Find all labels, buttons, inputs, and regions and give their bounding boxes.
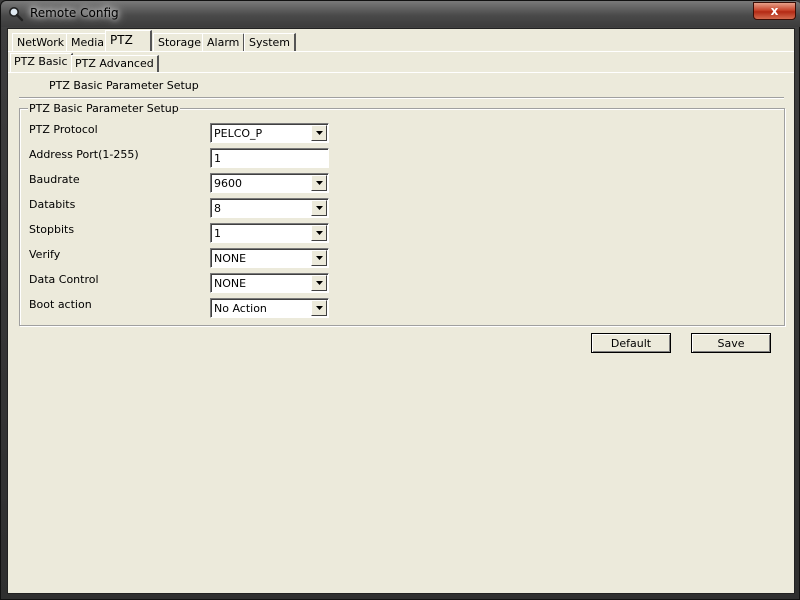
chevron-down-icon[interactable] xyxy=(311,250,327,266)
data-control-select[interactable]: NONE xyxy=(210,273,329,293)
subtab-strip-divider xyxy=(8,72,794,73)
remote-config-window: Remote Config x NetWork Media PTZ Storag… xyxy=(0,0,800,600)
tab-alarm[interactable]: Alarm xyxy=(202,33,246,52)
subtab-ptz-advanced[interactable]: PTZ Advanced xyxy=(71,55,159,73)
boot-action-value: No Action xyxy=(214,302,267,315)
tab-ptz[interactable]: PTZ xyxy=(105,30,152,52)
chevron-down-icon[interactable] xyxy=(311,175,327,191)
boot-action-select[interactable]: No Action xyxy=(210,298,329,318)
close-button[interactable]: x xyxy=(753,2,796,20)
magnifier-icon xyxy=(8,6,24,22)
baudrate-label: Baudrate xyxy=(29,173,80,186)
data-control-label: Data Control xyxy=(29,273,99,286)
chevron-down-icon[interactable] xyxy=(311,300,327,316)
tab-system[interactable]: System xyxy=(244,33,297,52)
baudrate-select[interactable]: 9600 xyxy=(210,173,329,193)
ptz-protocol-value: PELCO_P xyxy=(214,127,263,140)
subtab-label: PTZ Basic xyxy=(14,55,68,68)
chevron-down-icon[interactable] xyxy=(311,125,327,141)
tab-label: System xyxy=(249,36,291,49)
section-divider xyxy=(19,97,784,99)
client-area: NetWork Media PTZ Storage Alarm System P… xyxy=(7,28,795,594)
tab-strip-divider xyxy=(8,51,794,52)
verify-value: NONE xyxy=(214,252,247,265)
verify-select[interactable]: NONE xyxy=(210,248,329,268)
tab-label: Media xyxy=(71,36,105,49)
databits-value: 8 xyxy=(214,202,221,215)
ptz-protocol-label: PTZ Protocol xyxy=(29,123,98,136)
tab-storage[interactable]: Storage xyxy=(153,33,208,52)
subtab-label: PTZ Advanced xyxy=(75,57,154,70)
tab-media[interactable]: Media xyxy=(66,33,111,52)
title-bar[interactable]: Remote Config x xyxy=(1,1,800,27)
boot-action-label: Boot action xyxy=(29,298,92,311)
databits-select[interactable]: 8 xyxy=(210,198,329,218)
databits-label: Databits xyxy=(29,198,76,211)
address-port-input[interactable]: 1 xyxy=(210,148,329,168)
ptz-protocol-select[interactable]: PELCO_P xyxy=(210,123,329,143)
verify-label: Verify xyxy=(29,248,61,261)
close-icon: x xyxy=(770,4,779,18)
tab-label: Alarm xyxy=(207,36,240,49)
section-title: PTZ Basic Parameter Setup xyxy=(49,79,199,92)
stopbits-label: Stopbits xyxy=(29,223,75,236)
address-port-label: Address Port(1-255) xyxy=(29,148,139,161)
save-button[interactable]: Save xyxy=(691,333,771,353)
ptz-basic-groupbox: PTZ Basic Parameter Setup PTZ Protocol P… xyxy=(19,102,785,326)
stopbits-value: 1 xyxy=(214,227,221,240)
stopbits-select[interactable]: 1 xyxy=(210,223,329,243)
chevron-down-icon[interactable] xyxy=(311,275,327,291)
tab-label: NetWork xyxy=(17,36,65,49)
tab-label: Storage xyxy=(158,36,202,49)
groupbox-legend: PTZ Basic Parameter Setup xyxy=(28,102,180,115)
default-button[interactable]: Default xyxy=(591,333,671,353)
baudrate-value: 9600 xyxy=(214,177,242,190)
tab-network[interactable]: NetWork xyxy=(12,33,71,52)
chevron-down-icon[interactable] xyxy=(311,200,327,216)
chevron-down-icon[interactable] xyxy=(311,225,327,241)
window-title: Remote Config xyxy=(30,6,119,20)
subtab-ptz-basic[interactable]: PTZ Basic xyxy=(10,53,73,73)
data-control-value: NONE xyxy=(214,277,247,290)
tab-label: PTZ xyxy=(110,33,133,47)
